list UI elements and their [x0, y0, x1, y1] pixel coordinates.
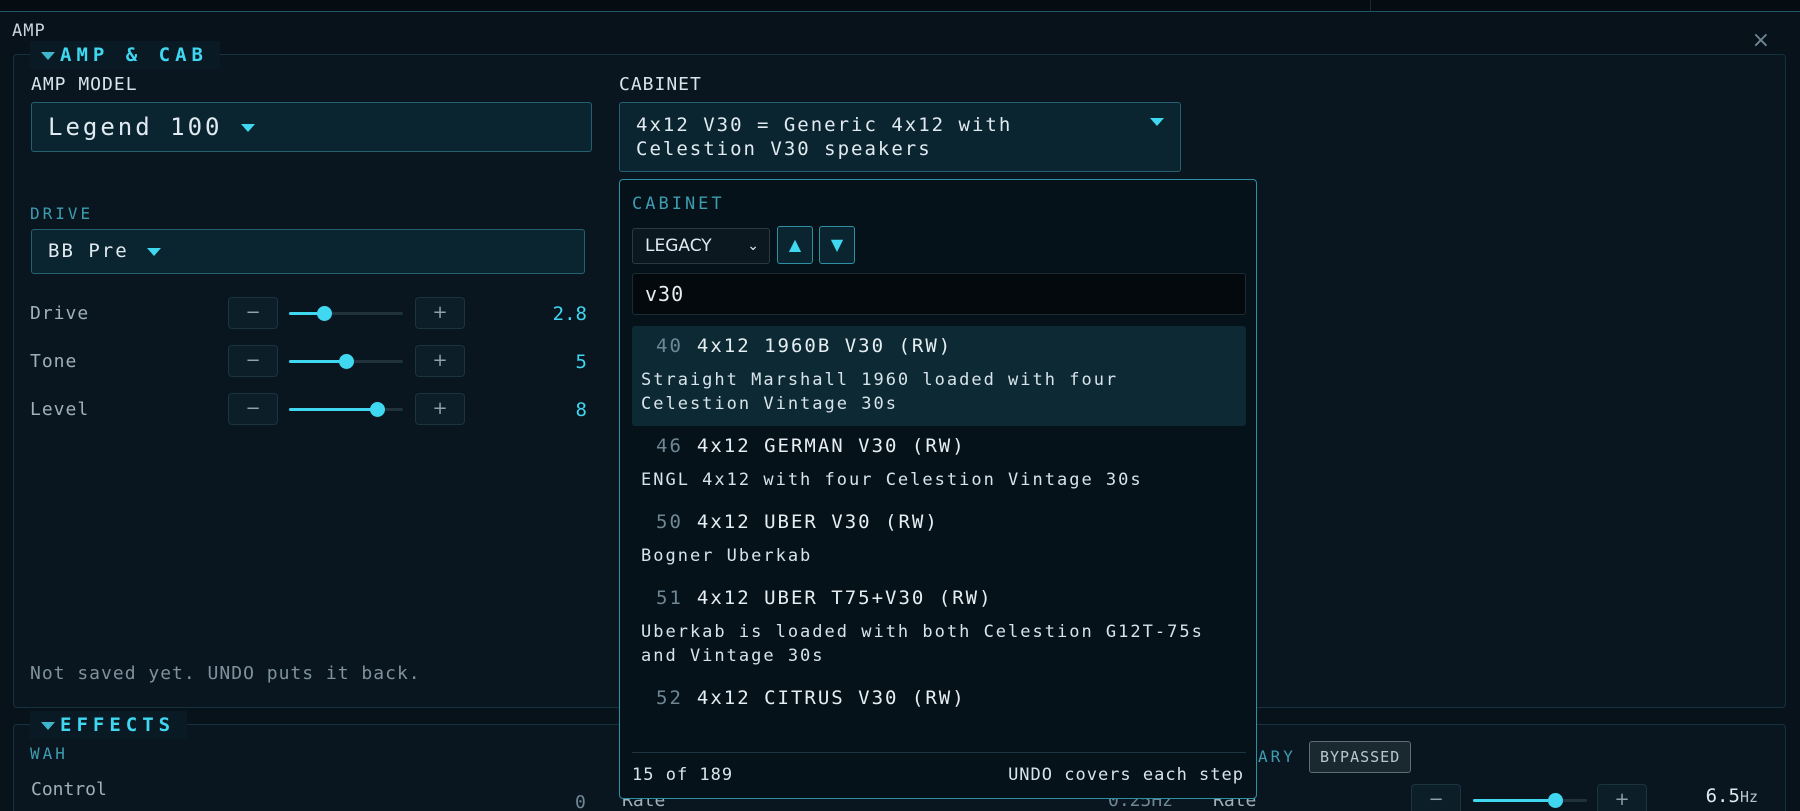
cabinet-results-list[interactable]: 40 4x12 1960B V30 (RW) Straight Marshall … [632, 326, 1246, 732]
slider-knob[interactable] [1548, 793, 1564, 808]
param-slider[interactable] [289, 402, 403, 417]
divider [632, 752, 1246, 753]
amp-cab-section-title: AMP & CAB [60, 44, 208, 66]
slider-knob[interactable] [317, 306, 333, 321]
param-value: 5 [575, 351, 587, 373]
collapse-caret-icon [41, 52, 55, 60]
unsaved-status-text: Not saved yet. UNDO puts it back. [30, 663, 421, 684]
item-description: Uberkab is loaded with both Celestion G1… [641, 622, 1204, 666]
item-number: 40 [656, 335, 683, 357]
list-item[interactable]: 46 4x12 GERMAN V30 (RW) ENGL 4x12 with fo… [632, 426, 1246, 502]
close-icon[interactable]: × [1752, 28, 1770, 53]
decrement-button[interactable]: − [1411, 784, 1461, 811]
param-name: Tone [30, 351, 78, 372]
param-row-drive: Drive − + 2.8 [30, 297, 587, 331]
effects-section-title: EFFECTS [60, 714, 176, 736]
item-description: Bogner Uberkab [641, 546, 813, 566]
list-item[interactable]: 50 4x12 UBER V30 (RW) Bogner Uberkab [632, 502, 1246, 578]
popup-title: CABINET [632, 194, 725, 214]
collapse-caret-icon [41, 722, 55, 730]
amp-model-label: AMP MODEL [31, 74, 138, 95]
drive-section-label: DRIVE [30, 204, 94, 223]
wah-control-value: 0 [575, 792, 586, 811]
decrement-button[interactable]: − [228, 393, 278, 425]
cabinet-dropdown-popup: CABINET LEGACY ⌄ ▲ ▼ v30 40 4x12 1960B V3… [619, 179, 1257, 799]
param-value: 8 [575, 399, 587, 421]
result-count: 15 of 189 [632, 765, 734, 785]
cabinet-label: CABINET [619, 74, 702, 95]
item-name: 4x12 CITRUS V30 (RW) [696, 687, 966, 709]
increment-button[interactable]: + [1597, 784, 1647, 811]
sort-down-button[interactable]: ▼ [819, 226, 855, 264]
param-slider[interactable] [289, 306, 403, 321]
amp-model-select[interactable]: Legend 100 [31, 102, 592, 152]
param-value: 2.8 [552, 303, 587, 325]
list-item[interactable]: 40 4x12 1960B V30 (RW) Straight Marshall … [632, 326, 1246, 426]
effects-section-toggle[interactable]: EFFECTS [30, 711, 188, 739]
slider-knob[interactable] [369, 402, 385, 417]
undo-note: UNDO covers each step [1008, 765, 1244, 785]
dropdown-triangle-icon [146, 247, 161, 256]
rotary-rate-slider[interactable] [1473, 793, 1587, 808]
item-number: 51 [656, 587, 683, 609]
param-name: Drive [30, 303, 90, 324]
param-row-level: Level − + 8 [30, 393, 587, 427]
increment-button[interactable]: + [415, 297, 465, 329]
increment-button[interactable]: + [415, 393, 465, 425]
item-number: 52 [656, 687, 683, 709]
cabinet-value-line1: 4x12 V30 = Generic 4x12 with [636, 114, 1013, 136]
param-slider[interactable] [289, 354, 403, 369]
top-bar [0, 0, 1800, 12]
rotary-label: ARY [1258, 747, 1296, 766]
item-description: Straight Marshall 1960 loaded with four … [641, 370, 1119, 414]
window-title: AMP [12, 21, 46, 41]
param-name: Level [30, 399, 90, 420]
chevron-down-icon: ⌄ [747, 238, 759, 254]
rotary-rate-value: 6.5Hz [1705, 785, 1758, 807]
item-name: 4x12 GERMAN V30 (RW) [696, 435, 966, 457]
drive-value: BB Pre [48, 240, 129, 262]
param-row-tone: Tone − + 5 [30, 345, 587, 379]
dropdown-triangle-icon [240, 124, 255, 132]
amp-model-value: Legend 100 [48, 113, 223, 141]
decrement-button[interactable]: − [228, 345, 278, 377]
decrement-button[interactable]: − [228, 297, 278, 329]
amp-cab-section-toggle[interactable]: AMP & CAB [30, 41, 220, 69]
category-value: LEGACY [645, 236, 712, 256]
list-item[interactable]: 51 4x12 UBER T75+V30 (RW) Uberkab is load… [632, 578, 1246, 678]
sort-up-button[interactable]: ▲ [777, 226, 813, 264]
item-number: 46 [656, 435, 683, 457]
item-number: 50 [656, 511, 683, 533]
wah-control-label: Control [31, 779, 107, 800]
dropdown-triangle-icon [1150, 118, 1164, 126]
item-name: 4x12 UBER T75+V30 (RW) [696, 587, 993, 609]
item-description: ENGL 4x12 with four Celestion Vintage 30… [641, 470, 1143, 490]
increment-button[interactable]: + [415, 345, 465, 377]
slider-knob[interactable] [339, 354, 354, 369]
wah-label: WAH [30, 744, 68, 763]
cabinet-search-input[interactable]: v30 [632, 273, 1246, 315]
cabinet-category-select[interactable]: LEGACY ⌄ [632, 228, 770, 264]
item-name: 4x12 UBER V30 (RW) [696, 511, 939, 533]
item-name: 4x12 1960B V30 (RW) [696, 335, 953, 357]
cabinet-select[interactable]: 4x12 V30 = Generic 4x12 with Celestion V… [619, 102, 1181, 172]
list-item[interactable]: 52 4x12 CITRUS V30 (RW) [632, 678, 1246, 718]
drive-select[interactable]: BB Pre [31, 229, 585, 274]
cabinet-value-line2: Celestion V30 speakers [636, 138, 932, 160]
bypassed-badge[interactable]: BYPASSED [1309, 741, 1412, 773]
